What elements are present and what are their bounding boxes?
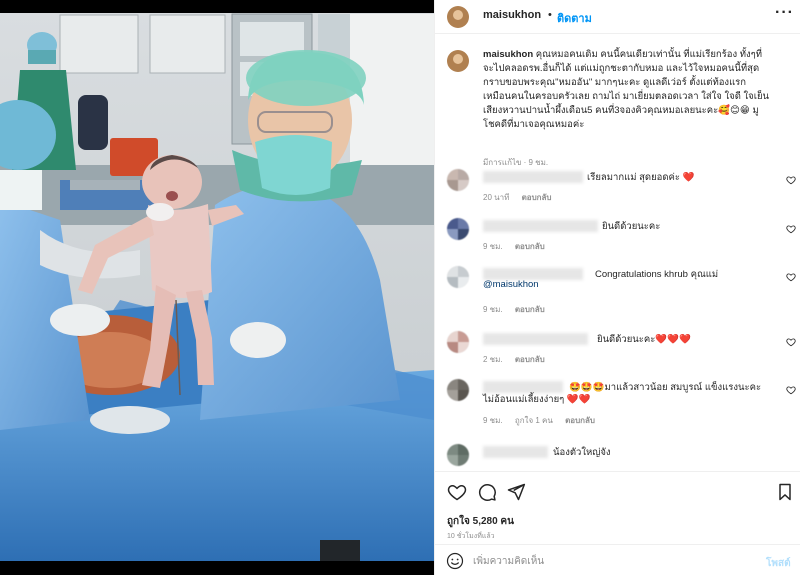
caption-line: โชคดีที่มาเจอคุณหมอค่ะ [483,119,585,130]
commenter-username-blurred[interactable] [483,333,588,345]
commenter-username-blurred[interactable] [483,220,598,232]
comment-item: Congratulations khrub คุณแม่ @maisukhon … [447,266,796,316]
caption-text: maisukhon คุณหมอคนเดิม คนนี้คนเดียวเท่าน… [483,48,783,132]
send-icon[interactable] [506,482,526,502]
commenter-username-blurred[interactable] [483,171,583,183]
commenter-avatar[interactable] [447,218,469,240]
comment-time: 2 ชม. [483,355,503,364]
caption-username[interactable]: maisukhon [483,49,533,60]
post-timestamp[interactable]: 10 ชั่วโมงที่แล้ว [447,531,495,542]
heart-icon[interactable] [447,482,467,502]
comment-text: ยินดีด้วยนะคะ [602,221,661,232]
post-photo[interactable] [0,0,434,575]
heart-icon[interactable] [786,385,796,395]
heart-icon[interactable] [786,224,796,234]
separator-dot: • [548,9,552,21]
heart-icon[interactable] [786,272,796,282]
comment-input[interactable] [473,551,753,571]
post-footer: ถูกใจ 5,280 คน 10 ชั่วโมงที่แล้ว โพสต์ [435,471,800,575]
caption-meta: มีการแก้ไข · 9 ชม. [483,158,549,167]
caption-avatar[interactable] [447,50,469,72]
caption-line: เหมือนคนในครอบครัวเลย ถามไถ่ มาเยี่ยมตลอ… [483,91,770,102]
comment-item: 🤩🤩🤩มาแล้วสาวน้อย สมบูรณ์ แข็งแรงนะคะ ไม่… [447,379,796,429]
commenter-username-blurred[interactable] [483,446,548,458]
comment-item: น้องตัวใหญ่จัง [447,444,792,471]
post-sidebar: maisukhon • ติดตาม ··· maisukhon คุณหมอค… [434,0,800,575]
comment-text: 🤩🤩🤩มาแล้วสาวน้อย สมบูรณ์ แข็งแรงนะคะ [569,382,762,393]
author-username[interactable]: maisukhon [483,9,541,21]
comment-item: ยินดีด้วยนะคะ❤️❤️❤️ 2 ชม. ตอบกลับ [447,331,796,369]
comment-meta: 9 ชม. ตอบกลับ [483,303,555,316]
comment-text: ยินดีด้วยนะคะ❤️❤️❤️ [597,334,691,345]
comment-item: ยินดีด้วยนะคะ 9 ชม. ตอบกลับ [447,218,796,256]
author-avatar[interactable] [447,6,469,28]
reply-button[interactable]: ตอบกลับ [515,355,545,364]
likes-count[interactable]: ถูกใจ 5,280 คน [447,514,514,529]
commenter-avatar[interactable] [447,379,469,401]
reply-button[interactable]: ตอบกลับ [522,193,552,202]
comment-text: ไม่อ้อนแม่เลี้ยงง่ายๆ ❤️❤️ [483,394,591,405]
smiley-icon[interactable] [446,552,464,570]
commenter-avatar[interactable] [447,266,469,288]
caption-line: คุณหมอคนเดิม คนนี้คนเดียวเท่านั้น ที่แม่… [535,49,763,60]
follow-button[interactable]: ติดตาม [557,9,592,27]
comment-text: เรียลมากแม่ สุดยอดค่ะ ❤️ [587,172,695,183]
comment-meta: 2 ชม. ตอบกลับ [483,353,555,366]
more-horizontal-icon[interactable]: ··· [775,4,794,22]
comment-time: 9 ชม. [483,416,503,425]
comment-icon[interactable] [477,482,497,502]
comment-mention[interactable]: @maisukhon [483,279,539,290]
commenter-avatar[interactable] [447,444,469,466]
comment-meta: 9 ชม. ถูกใจ 1 คน ตอบกลับ [483,414,605,427]
reply-button[interactable]: ตอบกลับ [565,416,595,425]
post-comment-button[interactable]: โพสต์ [766,556,791,571]
add-comment-bar: โพสต์ [435,544,800,575]
caption-line: เสียงหวานปานน้ำผึ้งเดือน5 คนที่3จองคิวคุ… [483,105,759,116]
commenter-avatar[interactable] [447,169,469,191]
comment-time: 9 ชม. [483,242,503,251]
heart-icon[interactable] [786,337,796,347]
comment-meta: 9 ชม. ตอบกลับ [483,240,555,253]
reply-button[interactable]: ตอบกลับ [515,242,545,251]
caption-line: จะไปคลอดรพ.อื่นก็ได้ แต่แม่ถูกชะตากับหมอ… [483,63,760,74]
comment-time: 9 ชม. [483,305,503,314]
caption-line: กราบขอบพระคุณ"หมออัน" มากๆนะคะ ดูแลดีเว่… [483,77,747,88]
reply-button[interactable]: ตอบกลับ [515,305,545,314]
comment-item: เรียลมากแม่ สุดยอดค่ะ ❤️ 20 นาที ตอบกลับ [447,169,796,207]
comments-scroll-area[interactable]: maisukhon คุณหมอคนเดิม คนนี้คนเดียวเท่าน… [435,35,800,471]
comment-like-count[interactable]: ถูกใจ 1 คน [515,416,553,425]
comment-text: น้องตัวใหญ่จัง [553,447,611,458]
commenter-avatar[interactable] [447,331,469,353]
post-header: maisukhon • ติดตาม ··· [435,0,800,34]
comment-time: 20 นาที [483,193,510,202]
bookmark-icon[interactable] [775,482,795,502]
comment-text: Congratulations khrub คุณแม่ [595,269,719,280]
comment-meta: 20 นาที ตอบกลับ [483,191,562,204]
heart-icon[interactable] [786,175,796,185]
